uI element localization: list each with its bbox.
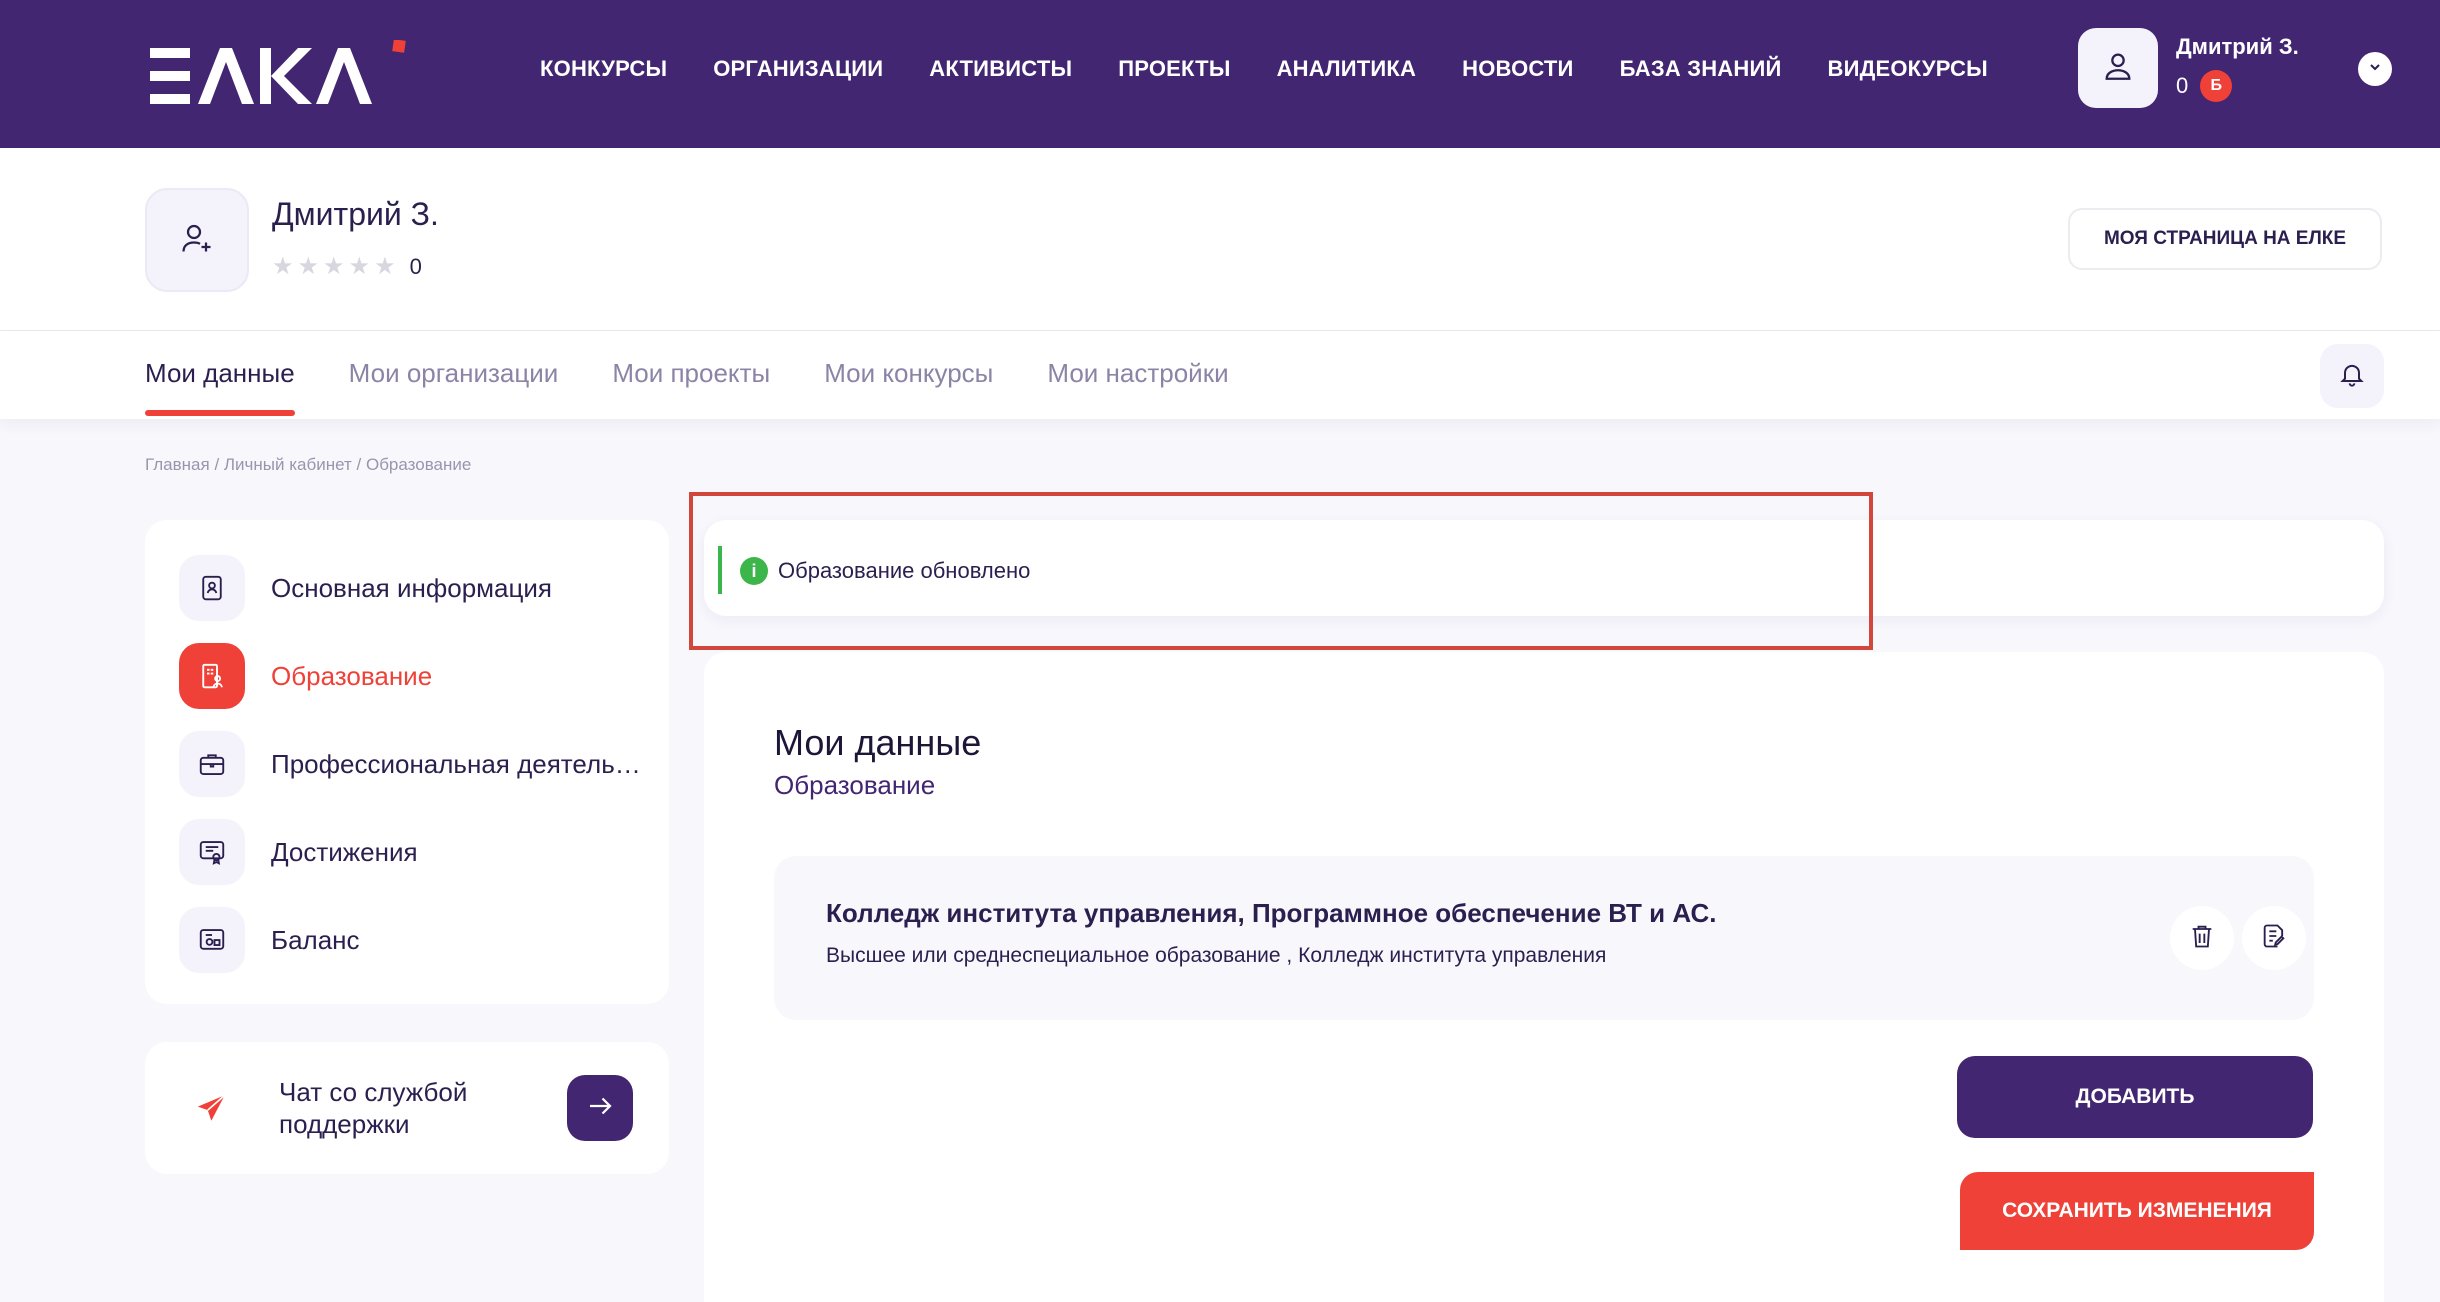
user-name[interactable]: Дмитрий З.: [2176, 34, 2299, 60]
my-page-button[interactable]: МОЯ СТРАНИЦА НА ЕЛКЕ: [2068, 208, 2382, 270]
sidebar-item-balance[interactable]: Баланс: [179, 905, 641, 975]
profile-name: Дмитрий З.: [272, 196, 439, 232]
sidebar-item-education[interactable]: Образование: [179, 641, 641, 711]
briefcase-icon: [179, 731, 245, 797]
sidebar-item-main-info[interactable]: Основная информация: [179, 553, 641, 623]
sidebar-menu: Основная информация Образование Професси…: [145, 520, 669, 1004]
nav-organizatsii[interactable]: ОРГАНИЗАЦИИ: [713, 56, 883, 82]
sidebar-item-label: Достижения: [271, 836, 418, 867]
support-chat-label: Чат со службой поддержки: [279, 1077, 468, 1139]
star-icon: ★: [374, 253, 396, 280]
education-title: Колледж института управления, Программно…: [826, 898, 1717, 928]
profile-rating: ★ ★ ★ ★ ★ 0: [272, 254, 422, 280]
bell-icon: [2338, 360, 2366, 393]
info-icon: i: [740, 557, 768, 585]
star-icon: ★: [323, 253, 345, 280]
nav-videokursy[interactable]: ВИДЕОКУРСЫ: [1828, 56, 1988, 82]
user-icon: [2101, 49, 2135, 88]
page-title: Мои данные: [774, 722, 982, 763]
success-alert: i Образование обновлено: [704, 520, 2384, 616]
tab-moi-dannye[interactable]: Мои данные: [145, 358, 295, 416]
top-navbar: КОНКУРСЫ ОРГАНИЗАЦИИ АКТИВИСТЫ ПРОЕКТЫ А…: [0, 0, 2440, 148]
add-user-icon: [179, 220, 215, 261]
nav-baza-znaniy[interactable]: БАЗА ЗНАНИЙ: [1620, 56, 1782, 82]
alert-message: Образование обновлено: [778, 558, 1031, 583]
sidebar-item-label: Профессиональная деятельность: [271, 748, 641, 779]
paper-plane-icon: [179, 1075, 245, 1141]
main-content-card: Мои данные Образование Колледж института…: [704, 652, 2384, 1302]
profile-tabs: Мои данные Мои организации Мои проекты М…: [145, 358, 1229, 416]
alert-accent-bar: [718, 546, 722, 594]
nav-analitika[interactable]: АНАЛИТИКА: [1277, 56, 1417, 82]
chevron-down-icon: [2367, 59, 2383, 80]
breadcrumb-cabinet[interactable]: Личный кабинет: [224, 455, 352, 474]
breadcrumb: Главная / Личный кабинет / Образование: [145, 455, 471, 475]
education-building-icon: [179, 643, 245, 709]
page-subtitle: Образование: [774, 770, 936, 800]
nav-aktivisty[interactable]: АКТИВИСТЫ: [929, 56, 1072, 82]
arrow-right-icon: [585, 1091, 615, 1126]
wallet-icon: [179, 907, 245, 973]
balance-badge: Б: [2200, 70, 2233, 102]
sidebar-item-professional[interactable]: Профессиональная деятельность: [179, 729, 641, 799]
breadcrumb-current: Образование: [365, 455, 472, 474]
breadcrumb-home[interactable]: Главная: [145, 455, 210, 474]
balance-value: 0: [2176, 73, 2189, 98]
trash-icon: [2188, 922, 2216, 955]
nav-proekty[interactable]: ПРОЕКТЫ: [1118, 56, 1230, 82]
rating-value: 0: [409, 254, 422, 279]
profile-avatar[interactable]: [145, 188, 249, 292]
certificate-icon: [179, 819, 245, 885]
user-balance: 0 Б: [2176, 70, 2233, 102]
user-menu-toggle[interactable]: [2358, 52, 2392, 86]
sidebar-item-achievements[interactable]: Достижения: [179, 817, 641, 887]
star-icon: ★: [297, 253, 320, 280]
tab-moi-organizatsii[interactable]: Мои организации: [349, 358, 559, 389]
add-button[interactable]: ДОБАВИТЬ: [1957, 1056, 2313, 1138]
support-chat-button[interactable]: [567, 1075, 633, 1141]
tab-moi-nastroyki[interactable]: Мои настройки: [1047, 358, 1228, 389]
education-description: Высшее или среднеспециальное образование…: [826, 944, 1607, 967]
profile-document-icon: [179, 555, 245, 621]
edit-document-icon: [2260, 922, 2288, 955]
sidebar-item-label: Баланс: [271, 924, 360, 955]
notifications-button[interactable]: [2320, 344, 2384, 408]
breadcrumb-separator: /: [351, 455, 366, 474]
sidebar-item-label: Основная информация: [271, 572, 552, 603]
breadcrumb-separator: /: [209, 455, 224, 474]
tab-moi-konkursy[interactable]: Мои конкурсы: [824, 358, 993, 389]
delete-education-button[interactable]: [2170, 906, 2234, 970]
save-changes-button[interactable]: СОХРАНИТЬ ИЗМЕНЕНИЯ: [1960, 1172, 2314, 1250]
support-chat-card[interactable]: Чат со службой поддержки: [145, 1042, 669, 1174]
nav-konkursy[interactable]: КОНКУРСЫ: [540, 56, 667, 82]
edit-education-button[interactable]: [2242, 906, 2306, 970]
tab-moi-proekty[interactable]: Мои проекты: [612, 358, 770, 389]
user-avatar[interactable]: [2078, 28, 2158, 108]
star-icon: ★: [348, 253, 371, 280]
sidebar-item-label: Образование: [271, 660, 433, 691]
elka-logo[interactable]: [150, 39, 410, 112]
education-list-item: Колледж института управления, Программно…: [774, 856, 2314, 1020]
main-nav: КОНКУРСЫ ОРГАНИЗАЦИИ АКТИВИСТЫ ПРОЕКТЫ А…: [540, 0, 1988, 138]
nav-novosti[interactable]: НОВОСТИ: [1462, 56, 1573, 82]
star-icon: ★: [272, 253, 294, 280]
